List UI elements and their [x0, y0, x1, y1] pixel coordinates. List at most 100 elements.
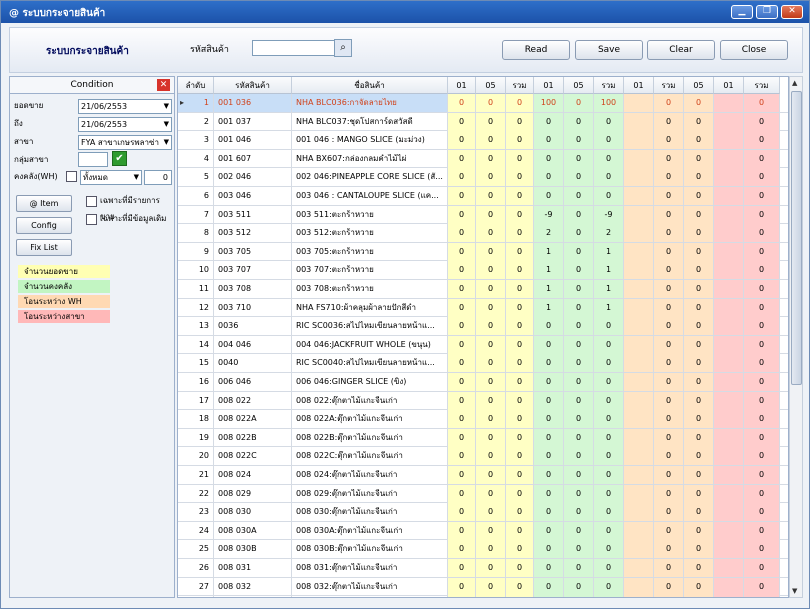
table-cell[interactable]: 0: [534, 484, 564, 503]
table-row[interactable]: 10 003 707 003 707:ตะกร้าหวาย 0 0 0 1 0 1 0 0 0: [178, 261, 788, 280]
table-cell[interactable]: 0: [684, 317, 714, 336]
table-cell[interactable]: 0: [654, 466, 684, 484]
read-button[interactable]: Read: [502, 40, 570, 60]
table-cell[interactable]: 0: [744, 168, 780, 187]
table-cell[interactable]: [714, 596, 744, 597]
table-cell[interactable]: 15: [178, 354, 214, 373]
table-cell[interactable]: 0: [594, 503, 624, 522]
table-cell[interactable]: 17: [178, 391, 214, 410]
table-cell[interactable]: 0: [684, 261, 714, 280]
table-cell[interactable]: 0: [654, 168, 684, 187]
product-search-button[interactable]: ⌕: [334, 39, 352, 57]
table-cell[interactable]: 003 705:ตะกร้าหวาย: [292, 242, 448, 261]
table-cell[interactable]: 003 707:ตะกร้าหวาย: [292, 261, 448, 280]
table-cell[interactable]: 0: [476, 224, 506, 243]
table-cell[interactable]: 0: [506, 205, 534, 224]
table-row[interactable]: 5 002 046 002 046:PINEAPPLE CORE SLICE (สั…: [178, 168, 788, 187]
table-cell[interactable]: 0: [476, 298, 506, 317]
table-cell[interactable]: 8: [178, 224, 214, 243]
table-cell[interactable]: 0: [448, 205, 476, 224]
table-cell[interactable]: 0: [594, 317, 624, 336]
table-cell[interactable]: 0: [684, 391, 714, 410]
table-cell[interactable]: [714, 187, 744, 205]
table-cell[interactable]: 0: [594, 484, 624, 503]
table-cell[interactable]: 0: [684, 466, 714, 484]
table-cell[interactable]: 0: [448, 521, 476, 540]
table-cell[interactable]: 0: [534, 540, 564, 559]
table-cell[interactable]: 0: [684, 577, 714, 596]
table-cell[interactable]: NHA BLC037:ชุดโปสการ์ดสวัสดี: [292, 112, 448, 131]
stock-qty-input[interactable]: 0: [144, 170, 172, 185]
table-cell[interactable]: 0: [476, 596, 506, 597]
table-cell[interactable]: 0: [448, 317, 476, 336]
column-header[interactable]: 01: [534, 77, 564, 94]
column-header[interactable]: 01: [714, 77, 744, 94]
table-cell[interactable]: 0: [594, 540, 624, 559]
table-cell[interactable]: 0: [476, 373, 506, 391]
table-cell[interactable]: 0: [564, 224, 594, 243]
table-cell[interactable]: [624, 410, 654, 429]
table-cell[interactable]: 0: [564, 242, 594, 261]
table-cell[interactable]: 12: [178, 298, 214, 317]
to-date-select[interactable]: 21/06/2553 ▼: [78, 117, 172, 132]
table-cell[interactable]: [714, 335, 744, 354]
table-cell[interactable]: [624, 224, 654, 243]
table-row[interactable]: 27 008 032 008 032:ตุ๊กตาไม้แกะจีนเก่า 0 0 0 0…: [178, 577, 788, 597]
table-cell[interactable]: 0: [654, 596, 684, 597]
table-cell[interactable]: 0: [448, 577, 476, 596]
table-cell[interactable]: [714, 280, 744, 298]
table-cell[interactable]: 0: [506, 410, 534, 429]
table-cell[interactable]: 0: [744, 280, 780, 298]
table-cell[interactable]: 0: [534, 410, 564, 429]
table-cell[interactable]: [714, 242, 744, 261]
table-cell[interactable]: 0: [564, 149, 594, 168]
table-cell[interactable]: 0: [448, 428, 476, 447]
table-cell[interactable]: 0: [476, 168, 506, 187]
table-cell[interactable]: [624, 149, 654, 168]
table-cell[interactable]: 0: [564, 540, 594, 559]
table-row[interactable]: 19 008 022B 008 022B:ตุ๊กตาไม้แกะจีนเก่า 0 0…: [178, 428, 788, 448]
fix-list-button[interactable]: Fix List: [16, 239, 72, 256]
table-cell[interactable]: [714, 131, 744, 150]
table-cell[interactable]: 0: [448, 224, 476, 243]
table-cell[interactable]: 008 031:ตุ๊กตาไม้แกะจีนเก่า: [292, 559, 448, 577]
table-cell[interactable]: 002 046: [214, 168, 292, 187]
table-cell[interactable]: 0: [476, 205, 506, 224]
table-cell[interactable]: 0: [476, 428, 506, 447]
table-row[interactable]: 18 008 022A 008 022A:ตุ๊กตาไม้แกะจีนเก่า 0 0…: [178, 410, 788, 429]
table-cell[interactable]: [624, 298, 654, 317]
table-cell[interactable]: 0: [654, 577, 684, 596]
table-row[interactable]: 22 008 029 008 029:ตุ๊กตาไม้แกะจีนเก่า 0 0 0 0…: [178, 484, 788, 504]
table-row[interactable]: 24 008 030A 008 030A:ตุ๊กตาไม้แกะจีนเก่า 0 0…: [178, 521, 788, 541]
table-cell[interactable]: 003 512: [214, 224, 292, 243]
table-cell[interactable]: 0: [654, 428, 684, 447]
table-cell[interactable]: 16: [178, 373, 214, 391]
table-cell[interactable]: 0: [448, 298, 476, 317]
table-cell[interactable]: 0: [448, 261, 476, 280]
table-cell[interactable]: [624, 280, 654, 298]
table-cell[interactable]: NHA BX607:กล่องกลมคำไม้ไผ่: [292, 149, 448, 168]
table-cell[interactable]: 0: [684, 428, 714, 447]
branch-select[interactable]: FYA สาขาเกษรพลาซ่า ▼: [78, 135, 172, 150]
table-cell[interactable]: 0: [684, 373, 714, 391]
table-cell[interactable]: 0: [564, 503, 594, 522]
table-cell[interactable]: 0: [564, 131, 594, 150]
table-cell[interactable]: [714, 205, 744, 224]
table-cell[interactable]: 008 030A: [214, 521, 292, 540]
table-cell[interactable]: 0: [654, 187, 684, 205]
table-cell[interactable]: 0: [654, 242, 684, 261]
table-cell[interactable]: 001 036: [214, 94, 292, 112]
table-cell[interactable]: 0: [744, 205, 780, 224]
table-cell[interactable]: 0: [448, 559, 476, 577]
table-cell[interactable]: [714, 168, 744, 187]
table-cell[interactable]: [714, 391, 744, 410]
table-cell[interactable]: 0: [476, 503, 506, 522]
save-button[interactable]: Save: [575, 40, 643, 60]
table-cell[interactable]: 0: [534, 373, 564, 391]
table-cell[interactable]: 008 022A:ตุ๊กตาไม้แกะจีนเก่า: [292, 410, 448, 429]
table-cell[interactable]: 008 024:ตุ๊กตาไม้แกะจีนเก่า: [292, 466, 448, 484]
table-cell[interactable]: [624, 577, 654, 596]
table-cell[interactable]: 0: [654, 521, 684, 540]
table-row[interactable]: 11 003 708 003 708:ตะกร้าหวาย 0 0 0 1 0 1 0 0 0: [178, 280, 788, 299]
table-row[interactable]: 2 001 037 NHA BLC037:ชุดโปสการ์ดสวัสดี 0 0 0 0…: [178, 112, 788, 132]
